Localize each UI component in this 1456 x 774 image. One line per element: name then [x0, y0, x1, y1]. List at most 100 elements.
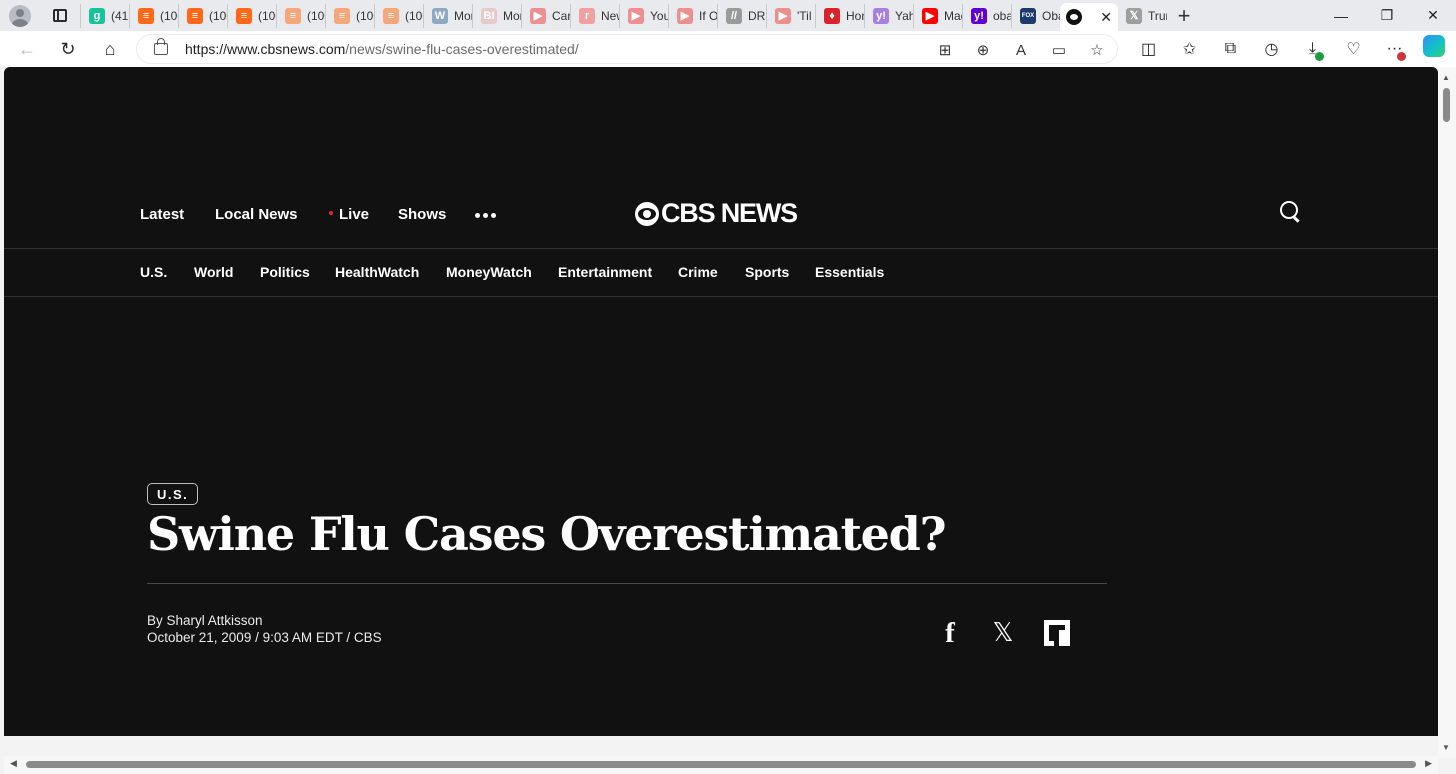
browser-tab[interactable]: ▶ Mac — [913, 3, 962, 28]
section-nav-item[interactable]: Sports — [745, 264, 789, 280]
section-nav-item[interactable]: Politics — [260, 264, 310, 280]
section-nav-item[interactable]: World — [194, 264, 233, 280]
browser-tab[interactable]: ≡ (100 — [276, 3, 325, 28]
profile-avatar-icon — [9, 4, 31, 27]
copilot-icon[interactable] — [1423, 35, 1445, 57]
browser-tab[interactable]: ▶ 'Til ' — [766, 3, 815, 28]
tab-title: Carl — [552, 8, 570, 23]
split-screen-icon[interactable]: ◫ — [1128, 35, 1169, 63]
back-button[interactable]: ← — [6, 31, 48, 67]
more-menu-icon[interactable] — [475, 213, 496, 218]
app-available-icon[interactable]: ⊞ — [935, 40, 955, 60]
youtube-icon: ▶ — [677, 7, 693, 24]
downloads-icon[interactable]: ⤓ — [1292, 35, 1333, 63]
substack-icon: ≡ — [138, 7, 154, 24]
browser-tab[interactable]: ≡ (100 — [325, 3, 374, 28]
site-header: Latest Local News Live Shows CBS NEWS — [4, 187, 1438, 249]
browser-tab[interactable]: y! Yah — [864, 3, 913, 28]
browser-tab[interactable]: ≡ (100 — [227, 3, 276, 28]
section-nav-item[interactable]: U.S. — [140, 264, 167, 280]
tab-actions-button[interactable] — [40, 0, 80, 31]
logo-text: CBS NEWS — [661, 198, 798, 228]
tab-strip: g(419≡(100≡(100≡(100≡(100≡(100≡(100WMorB… — [0, 0, 1456, 31]
browser-tab[interactable]: 𝕏 Trur — [1118, 4, 1167, 28]
scroll-left-arrow-icon[interactable]: ◀ — [10, 758, 17, 769]
browser-toolbar: ← ↻ ⌂ https://www.cbsnews.com/news/swine… — [0, 31, 1456, 67]
browser-tab[interactable]: W Mor — [423, 3, 472, 28]
drudge-icon: // — [726, 7, 742, 24]
nav-live-label: Live — [339, 206, 370, 223]
tab-title: DRU — [748, 8, 766, 23]
home-button[interactable]: ⌂ — [89, 31, 131, 67]
reload-button[interactable]: ↻ — [47, 31, 89, 67]
nav-shows[interactable]: Shows — [398, 206, 446, 223]
browser-essentials-icon[interactable]: ♡ — [1333, 35, 1374, 63]
tab-title: (100 — [258, 8, 276, 23]
scroll-right-arrow-icon[interactable]: ▶ — [1425, 758, 1432, 769]
close-window-button[interactable]: ✕ — [1410, 0, 1456, 31]
tab-title: Hon — [846, 8, 864, 23]
settings-more-icon[interactable]: ··· — [1374, 35, 1415, 63]
browser-tab[interactable]: ▶ You — [619, 3, 668, 28]
business-insider-icon: BI — [481, 7, 497, 24]
profile-button[interactable] — [0, 0, 40, 31]
fox-news-icon: FOX — [1020, 7, 1036, 24]
site-info-lock-icon[interactable] — [154, 38, 168, 55]
section-tag[interactable]: U.S. — [147, 483, 199, 505]
vertical-scroll-thumb[interactable] — [1443, 88, 1450, 122]
tab-title: Oba — [1042, 8, 1060, 23]
section-nav-item[interactable]: Crime — [678, 264, 718, 280]
zoom-icon[interactable]: ⊕ — [973, 40, 993, 60]
history-icon[interactable]: ◷ — [1251, 35, 1292, 63]
section-nav-item[interactable]: MoneyWatch — [446, 264, 532, 280]
browser-tab[interactable]: ≡ (100 — [374, 3, 423, 28]
tab-title: (100 — [209, 8, 227, 23]
browser-tab[interactable]: ♦ Hon — [815, 3, 864, 28]
horizontal-scroll-thumb[interactable] — [26, 761, 1416, 768]
vertical-scrollbar[interactable]: ▲ ▼ — [1438, 67, 1456, 758]
close-tab-icon[interactable]: ✕ — [1100, 9, 1112, 26]
flipboard-share-icon[interactable] — [1044, 620, 1070, 646]
scroll-down-arrow-icon[interactable]: ▼ — [1442, 743, 1450, 752]
section-nav-item[interactable]: Entertainment — [558, 264, 652, 280]
tab-title: (100 — [405, 8, 423, 23]
cbs-eye-icon — [1066, 9, 1082, 25]
favorites-icon[interactable]: ✩ — [1169, 35, 1210, 63]
toolbar-actions: ◫ ✩ ⧉ ◷ ⤓ ♡ ··· — [1128, 35, 1445, 63]
new-tab-button[interactable]: + — [1167, 0, 1201, 31]
address-url[interactable]: https://www.cbsnews.com/news/swine-flu-c… — [185, 41, 579, 57]
restore-button[interactable]: ❐ — [1364, 0, 1410, 31]
cbs-news-logo[interactable]: CBS NEWS — [635, 198, 798, 229]
nav-latest[interactable]: Latest — [140, 206, 184, 223]
collections-icon-glyph: ⧉ — [1224, 40, 1237, 57]
browser-tab[interactable]: ≡ (100 — [178, 3, 227, 28]
browser-tab[interactable]: ▶ If O — [668, 3, 717, 28]
x-share-icon[interactable]: 𝕏 — [990, 618, 1016, 648]
tab-title: (419 — [111, 8, 129, 23]
browser-tab[interactable]: FOX Oba — [1011, 3, 1060, 28]
browser-tab[interactable]: g (419 — [80, 3, 129, 28]
favorite-star-icon[interactable]: ☆ — [1087, 40, 1107, 60]
youtube-icon: ▶ — [628, 7, 644, 24]
active-tab[interactable]: ✕ — [1060, 3, 1118, 31]
horizontal-scrollbar[interactable]: ◀ ▶ — [4, 756, 1438, 774]
browser-tab[interactable]: ▶ Carl — [521, 3, 570, 28]
address-bar[interactable]: https://www.cbsnews.com/news/swine-flu-c… — [136, 34, 1118, 64]
immersive-reader-icon[interactable]: ▭ — [1049, 40, 1069, 60]
browser-tab[interactable]: // DRU — [717, 3, 766, 28]
browser-tab[interactable]: ≡ (100 — [129, 3, 178, 28]
search-icon[interactable] — [1278, 199, 1302, 223]
facebook-share-icon[interactable]: f — [937, 617, 963, 649]
section-nav-item[interactable]: Essentials — [815, 264, 884, 280]
article-headline: Swine Flu Cases Overestimated? — [147, 507, 947, 561]
read-aloud-icon[interactable]: A — [1011, 40, 1031, 60]
browser-tab[interactable]: r New — [570, 3, 619, 28]
nav-local-news[interactable]: Local News — [215, 206, 298, 223]
browser-tab[interactable]: BI Mor — [472, 3, 521, 28]
nav-live[interactable]: Live — [329, 206, 369, 223]
section-nav-item[interactable]: HealthWatch — [335, 264, 419, 280]
browser-tab[interactable]: y! oba — [962, 3, 1011, 28]
scroll-up-arrow-icon[interactable]: ▲ — [1442, 73, 1450, 82]
minimize-button[interactable]: — — [1318, 0, 1364, 31]
collections-icon[interactable]: ⧉ — [1210, 35, 1251, 63]
